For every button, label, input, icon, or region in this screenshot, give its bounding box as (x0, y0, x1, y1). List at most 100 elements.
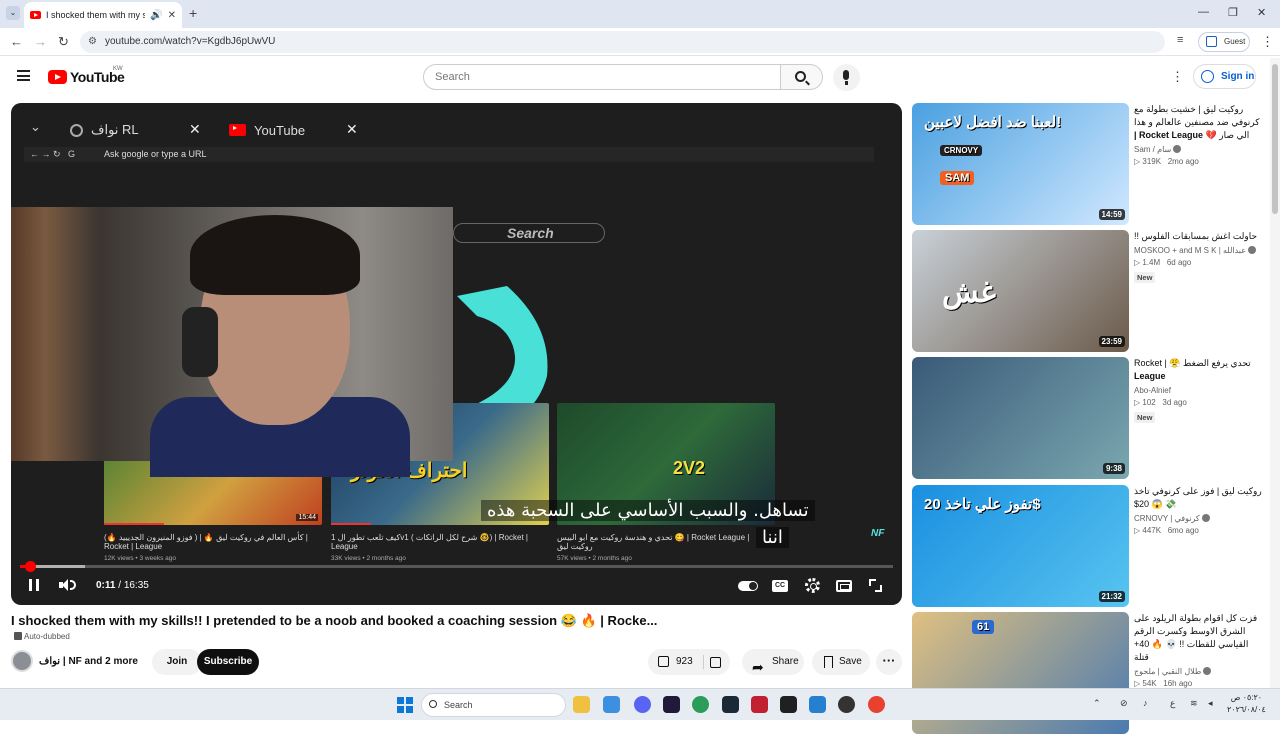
settings-more-icon[interactable]: ⋮ (1171, 69, 1184, 85)
search-icon (429, 700, 437, 708)
browser-tab-active[interactable]: I shocked them with my ski 🔊 ✕ (24, 2, 182, 28)
capcut-icon[interactable] (780, 696, 797, 713)
more-icon[interactable]: ··· (876, 649, 902, 675)
search-input[interactable]: Search (423, 64, 781, 90)
avatar[interactable] (11, 650, 33, 672)
subscribe-button[interactable]: Subscribe (197, 649, 259, 675)
progress-bar[interactable] (20, 561, 893, 572)
close-tab-icon[interactable]: ✕ (168, 10, 176, 21)
app-red-icon[interactable] (751, 696, 768, 713)
network-off-icon[interactable]: ⊘ (1120, 698, 1128, 709)
rec-views: 54K (1142, 679, 1157, 688)
channel-name[interactable]: نواف | NF and 2 more (39, 656, 138, 667)
recommendation-stats: ▷ 102 3d ago (1134, 398, 1187, 407)
recommendation-channel[interactable]: Abo-Alnief (1134, 386, 1264, 395)
minimize-button[interactable]: — (1198, 6, 1209, 18)
restore-button[interactable]: ❐ (1228, 6, 1238, 19)
video-title: I shocked them with my skills!! I preten… (11, 613, 658, 628)
voice-search-button[interactable] (833, 64, 860, 91)
video-chevron-icon: ⌄ (30, 119, 41, 134)
rec-channel-name: Abo-Alnief (1134, 386, 1171, 395)
recommendation-title[interactable]: فزت كل اقوام بطولة الريلود على الشرق الا… (1134, 612, 1264, 664)
menu-icon[interactable] (17, 70, 30, 81)
inner-video-meta-2: 33K views • 2 months ago (331, 555, 406, 562)
browser-menu-icon[interactable]: ⋮ (1261, 34, 1274, 50)
search-button[interactable] (781, 64, 823, 90)
sign-in-button[interactable]: Sign in (1193, 64, 1256, 89)
recommendation-channel[interactable]: طلال النقبي | ملحوج (1134, 667, 1264, 676)
close-window-button[interactable]: ✕ (1257, 6, 1266, 19)
speaker-icon[interactable]: ◂ (1208, 698, 1213, 709)
language-indicator[interactable]: ع (1170, 698, 1175, 709)
tab-search-dropdown[interactable]: ⌄ (6, 6, 20, 20)
rec-age: 3d ago (1162, 398, 1187, 407)
like-icon[interactable] (658, 656, 669, 667)
verified-icon (1201, 514, 1210, 522)
dislike-icon[interactable] (710, 657, 721, 668)
page-scrollbar[interactable] (1270, 58, 1280, 688)
join-button[interactable]: Join (152, 649, 202, 675)
recommendation-channel[interactable]: CRNOVY | كرنوفي (1134, 514, 1264, 523)
theatre-mode-icon[interactable] (836, 580, 852, 592)
media-controls-icon[interactable]: ≡ (1177, 34, 1183, 46)
video-search-box: Search (453, 223, 605, 243)
auto-dubbed-label: Auto-dubbed (14, 632, 70, 641)
wifi-icon[interactable]: ≋ (1190, 698, 1198, 709)
account-icon (1201, 70, 1214, 83)
webcam-overlay (11, 207, 453, 477)
address-bar[interactable]: ⚙ youtube.com/watch?v=KgdbJ6pUwVU (80, 31, 1165, 53)
scrollbar-thumb[interactable] (1272, 64, 1278, 214)
thumb-overlay-text: غش (942, 276, 996, 309)
taskbar-search[interactable]: Search (421, 693, 566, 717)
steam-icon[interactable] (722, 696, 739, 713)
scrubber-handle[interactable] (24, 561, 36, 572)
share-button[interactable]: ➦ Share (742, 649, 804, 675)
reload-button[interactable]: ↻ (58, 34, 69, 50)
store-icon[interactable] (603, 696, 620, 713)
clock[interactable]: ٠٥:٢٠ ص ٢٠٢٦/٠٨/٠٤ (1227, 692, 1266, 716)
recommendation-thumbnail[interactable]: تفوز علي تاخذ 20$ 21:32 (912, 485, 1129, 607)
cc-icon[interactable]: CC (772, 580, 788, 592)
chrome-active-icon[interactable] (868, 696, 885, 713)
recommendation-thumbnail[interactable]: غش 23:59 (912, 230, 1129, 352)
recommendation-title[interactable]: حاولت اغش بمسابقات الفلوس !! (1134, 230, 1264, 243)
chrome-app-icon[interactable] (692, 696, 709, 713)
gear-icon[interactable] (805, 578, 820, 593)
premiere-icon[interactable] (663, 696, 680, 713)
discord-icon[interactable] (634, 696, 651, 713)
recommendation-card[interactable]: غش 23:59 حاولت اغش بمسابقات الفلوس !! MOS… (912, 230, 1267, 352)
recommendation-title[interactable]: روكيت ليق | خشيت بطولة مع كرنوفي ضد مصنف… (1134, 103, 1264, 142)
fullscreen-icon[interactable] (869, 579, 882, 592)
clock-time: ٠٥:٢٠ ص (1230, 693, 1263, 702)
inner-progress-1 (104, 523, 164, 525)
rec-age: 6d ago (1166, 258, 1192, 267)
mic-icon[interactable]: ♪ (1143, 698, 1148, 708)
recommendation-title[interactable]: روكيت ليق | فوز على كرنوفي تاخذ 💸 😱 20$ (1134, 485, 1264, 511)
recommendation-thumbnail[interactable]: لعبنا ضد افضل لاعبين! SAM CRNOVY 14:59 (912, 103, 1129, 225)
recommendation-channel[interactable]: Sam / سام (1134, 145, 1264, 154)
windows-start-icon[interactable] (397, 697, 413, 713)
like-count[interactable]: 923 (676, 649, 693, 675)
back-button[interactable]: ← (10, 34, 23, 49)
autoplay-toggle[interactable] (738, 581, 758, 591)
recommendation-title[interactable]: تحدي يرفع الضغط 😤 | Rocket League (1134, 357, 1264, 383)
new-tab-button[interactable]: + (189, 5, 197, 21)
site-info-icon[interactable]: ⚙ (88, 31, 97, 53)
pause-icon[interactable] (29, 579, 39, 591)
recommendation-channel[interactable]: MOSKOO + and M S K | عبدالله (1134, 246, 1264, 255)
file-explorer-icon[interactable] (573, 696, 590, 713)
save-button[interactable]: Save (812, 649, 870, 675)
guest-profile-button[interactable]: Guest (1198, 32, 1250, 52)
tab-title: I shocked them with my ski (46, 10, 146, 20)
audio-playing-icon[interactable]: 🔊 (150, 10, 162, 21)
recommendation-card[interactable]: لعبنا ضد افضل لاعبين! SAM CRNOVY 14:59 روكي… (912, 103, 1267, 225)
media-app-icon[interactable] (809, 696, 826, 713)
clock-date: ٢٠٢٦/٠٨/٠٤ (1227, 705, 1266, 714)
video-player[interactable]: ⌄ نواف RL ✕ YouTube ✕ ← → ↻ G Ask google… (11, 103, 902, 605)
app-dark-icon[interactable] (838, 696, 855, 713)
recommendation-card[interactable]: 9:38 تحدي يرفع الضغط 😤 | Rocket League A… (912, 357, 1267, 479)
recommendation-thumbnail[interactable]: 9:38 (912, 357, 1129, 479)
recommendation-card[interactable]: تفوز علي تاخذ 20$ 21:32 روكيت ليق | فوز ع… (912, 485, 1267, 607)
tray-chevron-icon[interactable]: ⌃ (1093, 698, 1101, 709)
forward-button[interactable]: → (34, 34, 47, 49)
